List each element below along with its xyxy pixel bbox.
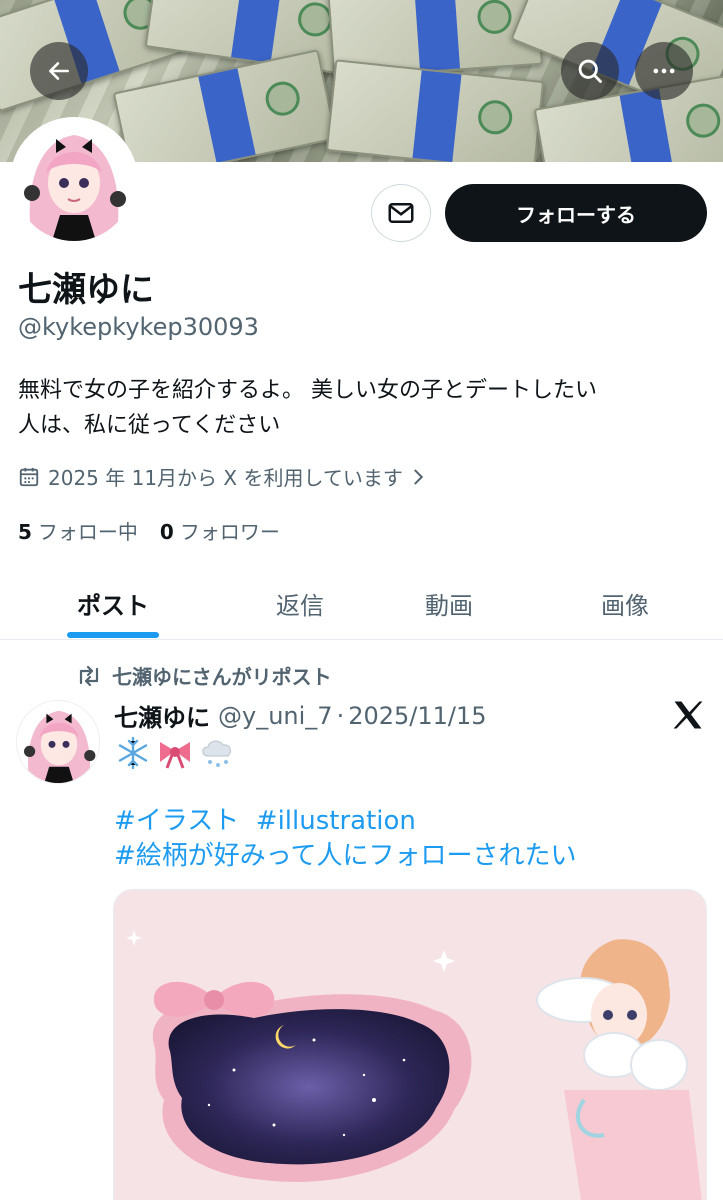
message-button[interactable] [371,184,431,242]
search-button[interactable] [561,42,619,100]
post-header: 七瀬ゆに @y_uni_7 · 2025/11/15 [114,698,487,733]
post-separator: · [336,701,345,730]
ribbon-emoji-icon [160,742,190,769]
cloud-snow-emoji-icon [202,740,231,767]
following-label: フォロー中 [37,520,138,544]
followers-label: フォロワー [179,520,280,544]
x-logo-icon[interactable] [670,697,706,733]
more-horizontal-icon [653,68,675,74]
active-tab-indicator [67,632,159,638]
tab-videos[interactable]: 動画 [393,566,505,640]
tab-replies[interactable]: 返信 [244,566,356,640]
post-author-avatar[interactable] [16,700,100,784]
following-link[interactable]: 5 フォロー中 [18,516,138,545]
arrow-left-icon [49,62,69,80]
back-button[interactable] [30,42,88,100]
avatar-illustration [14,121,134,241]
joined-date[interactable]: 2025 年 11月から X を利用しています [18,462,427,491]
post-date[interactable]: 2025/11/15 [348,702,486,730]
bio-line: 人は、私に従ってください [18,413,281,438]
mail-icon [388,203,414,223]
follow-stats: 5 フォロー中 0 フォロワー [18,516,280,545]
follow-button[interactable]: フォローする [445,184,707,242]
banner-bill [325,59,545,162]
illustration-image [114,890,706,1200]
joined-text: 2025 年 11月から X を利用しています [48,466,403,490]
bio-line: 無料で女の子を紹介するよ。 美しい女の子とデートしたい [18,378,597,403]
calendar-icon [19,467,39,486]
snowflake-emoji-icon [118,736,148,770]
post-author-name[interactable]: 七瀬ゆに [114,698,210,733]
repost-indicator[interactable]: 七瀬ゆにさんがリポスト [76,661,332,690]
profile-avatar[interactable] [10,117,138,245]
followers-link[interactable]: 0 フォロワー [160,516,280,545]
chevron-right-icon [414,469,424,484]
post-media-image[interactable] [113,889,707,1200]
followers-count: 0 [159,520,174,544]
profile-tabs: ポスト 返信 動画 画像 [0,566,723,640]
hashtag-line[interactable]: #絵柄が好みって人にフォローされたい [114,839,577,874]
repost-icon [79,665,99,686]
following-count: 5 [18,520,32,544]
banner-bill [112,49,338,162]
more-button[interactable] [635,42,693,100]
post-hashtags: #イラスト #illustration #絵柄が好みって人にフォローされたい [114,804,577,874]
hashtag-line[interactable]: #イラスト #illustration [114,804,577,839]
avatar-illustration [17,701,99,783]
search-icon [578,59,602,83]
repost-label: 七瀬ゆにさんがリポスト [112,665,332,689]
profile-bio: 無料で女の子を紹介するよ。 美しい女の子とデートしたい 人は、私に従ってください [18,373,708,443]
tab-posts[interactable]: ポスト [57,566,169,640]
tab-media[interactable]: 画像 [569,566,681,640]
post-author-handle[interactable]: @y_uni_7 [218,702,333,730]
post-emojis [114,734,236,772]
profile-name: 七瀬ゆに [18,270,154,310]
profile-handle: @kykepkykep30093 [18,313,259,341]
